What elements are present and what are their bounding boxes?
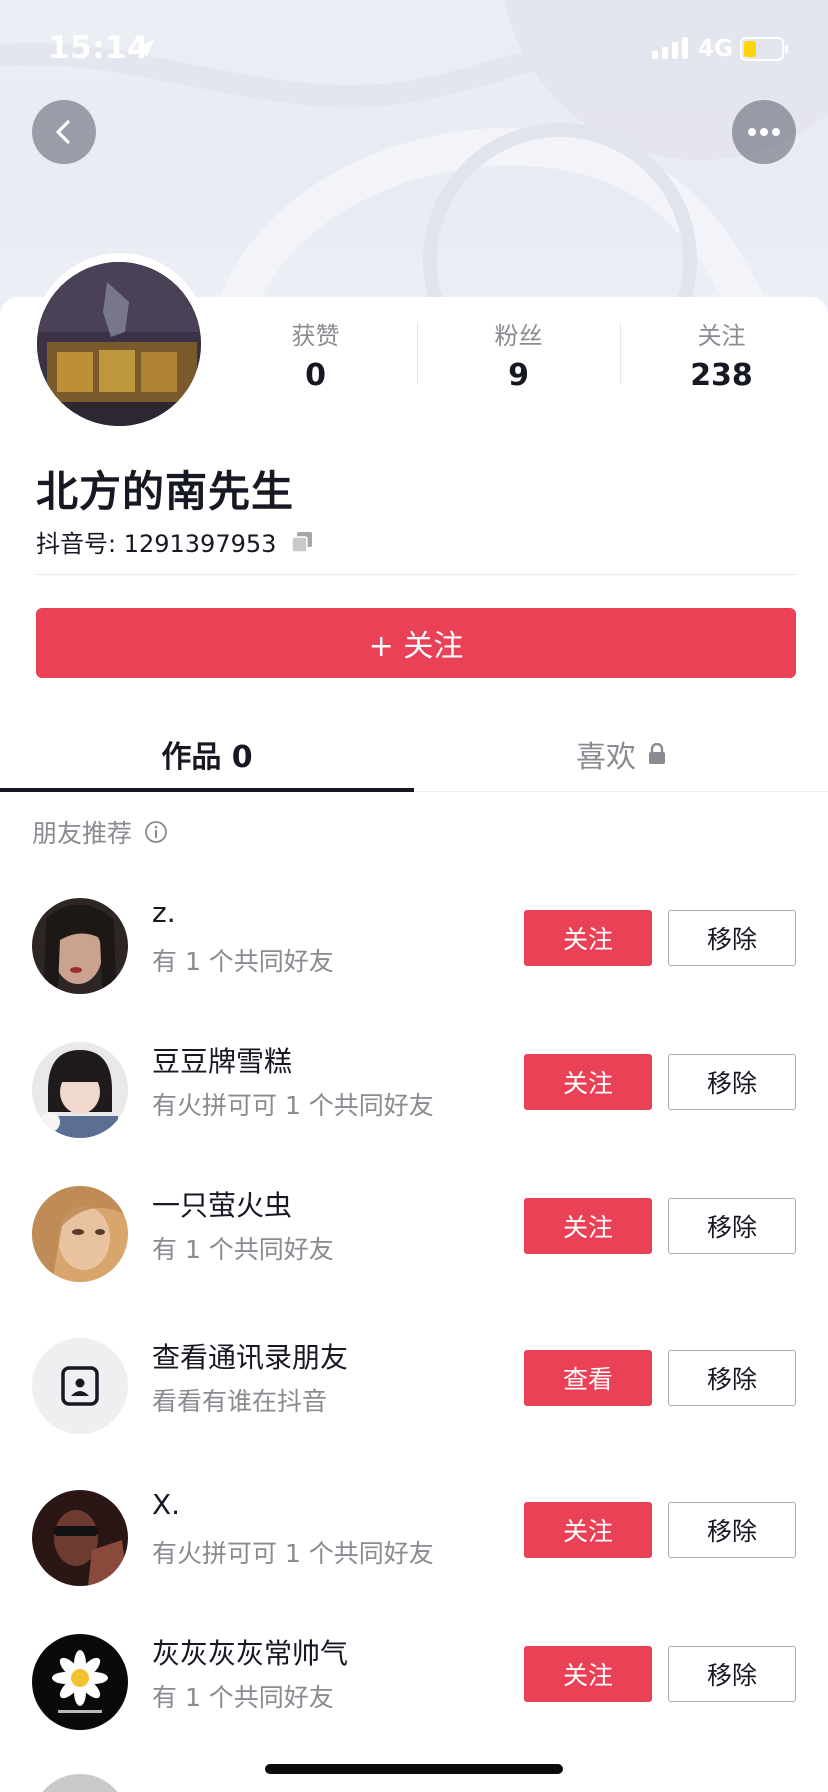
network-type: 4G bbox=[698, 36, 733, 62]
signal-strength-icon bbox=[652, 37, 688, 59]
home-indicator[interactable] bbox=[265, 1764, 563, 1774]
stat-label: 粉丝 bbox=[494, 322, 543, 350]
tab-works-label: 作品 0 bbox=[161, 740, 253, 775]
stat-following[interactable]: 关注 238 bbox=[620, 318, 823, 398]
remove-button[interactable]: 移除 bbox=[668, 1350, 796, 1406]
stat-label: 关注 bbox=[697, 322, 746, 350]
contacts-title: 查看通讯录朋友 bbox=[152, 1341, 349, 1374]
divider bbox=[36, 574, 796, 575]
avatar[interactable] bbox=[32, 898, 128, 994]
stat-value: 238 bbox=[690, 358, 753, 393]
tab-works[interactable]: 作品 0 bbox=[0, 716, 414, 792]
profile-avatar[interactable] bbox=[37, 262, 201, 426]
remove-button[interactable]: 移除 bbox=[668, 1198, 796, 1254]
recommendations-title: 朋友推荐 bbox=[32, 819, 133, 848]
remove-button[interactable]: 移除 bbox=[668, 1502, 796, 1558]
profile-nickname: 北方的南先生 bbox=[36, 467, 295, 516]
profile-tabs: 作品 0 喜欢 bbox=[0, 716, 828, 792]
more-options-button[interactable] bbox=[732, 100, 796, 164]
douyin-id-row: 抖音号: 1291397953 bbox=[36, 524, 314, 559]
remove-button[interactable]: 移除 bbox=[668, 910, 796, 966]
tab-likes-label: 喜欢 bbox=[576, 740, 636, 775]
follow-button[interactable]: + 关注 bbox=[36, 608, 796, 678]
mutual-friends: 有 1 个共同好友 bbox=[152, 947, 334, 976]
active-tab-indicator bbox=[0, 788, 414, 792]
list-item[interactable]: z. 有 1 个共同好友 关注 移除 bbox=[0, 890, 828, 1000]
remove-button[interactable]: 移除 bbox=[668, 1646, 796, 1702]
friend-name: z. bbox=[152, 896, 176, 929]
list-item[interactable]: 灰灰灰灰常帅气 有 1 个共同好友 关注 移除 bbox=[0, 1626, 828, 1736]
stat-value: 9 bbox=[508, 358, 529, 393]
list-item-contacts[interactable]: 查看通讯录朋友 看看有谁在抖音 查看 移除 bbox=[0, 1330, 828, 1440]
stat-followers[interactable]: 粉丝 9 bbox=[417, 318, 620, 398]
list-item[interactable]: 一只萤火虫 有 1 个共同好友 关注 移除 bbox=[0, 1178, 828, 1288]
view-contacts-button[interactable]: 查看 bbox=[524, 1350, 652, 1406]
follow-friend-button[interactable]: 关注 bbox=[524, 1646, 652, 1702]
copy-icon[interactable] bbox=[290, 530, 314, 554]
stat-label: 获赞 bbox=[291, 322, 340, 350]
friend-name: 灰灰灰灰常帅气 bbox=[152, 1637, 349, 1670]
follow-friend-button[interactable]: 关注 bbox=[524, 1502, 652, 1558]
friend-name: 一只萤火虫 bbox=[152, 1189, 293, 1222]
remove-button[interactable]: 移除 bbox=[668, 1054, 796, 1110]
contacts-book-icon bbox=[61, 1366, 99, 1406]
back-button[interactable] bbox=[32, 100, 96, 164]
chevron-left-icon bbox=[56, 120, 70, 144]
info-icon[interactable] bbox=[144, 820, 168, 844]
douyin-id: 抖音号: 1291397953 bbox=[36, 530, 277, 558]
stat-value: 0 bbox=[305, 358, 326, 393]
location-arrow-icon bbox=[136, 40, 154, 58]
mutual-friends: 有火拼可可 1 个共同好友 bbox=[152, 1539, 434, 1568]
contacts-subtitle: 看看有谁在抖音 bbox=[152, 1387, 328, 1416]
battery-icon bbox=[740, 37, 788, 61]
avatar[interactable] bbox=[32, 1490, 128, 1586]
more-dots-icon bbox=[748, 128, 780, 136]
follow-friend-button[interactable]: 关注 bbox=[524, 910, 652, 966]
friend-name: X. bbox=[152, 1488, 181, 1521]
stat-likes[interactable]: 获赞 0 bbox=[214, 318, 417, 398]
follow-friend-button[interactable]: 关注 bbox=[524, 1054, 652, 1110]
tab-likes[interactable]: 喜欢 bbox=[414, 716, 828, 792]
avatar[interactable] bbox=[32, 1042, 128, 1138]
avatar[interactable] bbox=[32, 1186, 128, 1282]
list-item[interactable]: X. 有火拼可可 1 个共同好友 关注 移除 bbox=[0, 1482, 828, 1592]
list-item[interactable]: 豆豆牌雪糕 有火拼可可 1 个共同好友 关注 移除 bbox=[0, 1034, 828, 1144]
mutual-friends: 有 1 个共同好友 bbox=[152, 1683, 334, 1712]
follow-friend-button[interactable]: 关注 bbox=[524, 1198, 652, 1254]
friend-recommendations-header: 朋友推荐 bbox=[32, 814, 168, 850]
contacts-avatar[interactable] bbox=[32, 1338, 128, 1434]
mutual-friends: 有火拼可可 1 个共同好友 bbox=[152, 1091, 434, 1120]
friend-name: 豆豆牌雪糕 bbox=[152, 1045, 293, 1078]
status-bar: 15:14 4G bbox=[0, 0, 828, 100]
lock-icon bbox=[649, 743, 665, 764]
mutual-friends: 有 1 个共同好友 bbox=[152, 1235, 334, 1264]
avatar[interactable] bbox=[32, 1634, 128, 1730]
profile-stats: 获赞 0 粉丝 9 关注 238 bbox=[214, 318, 824, 398]
